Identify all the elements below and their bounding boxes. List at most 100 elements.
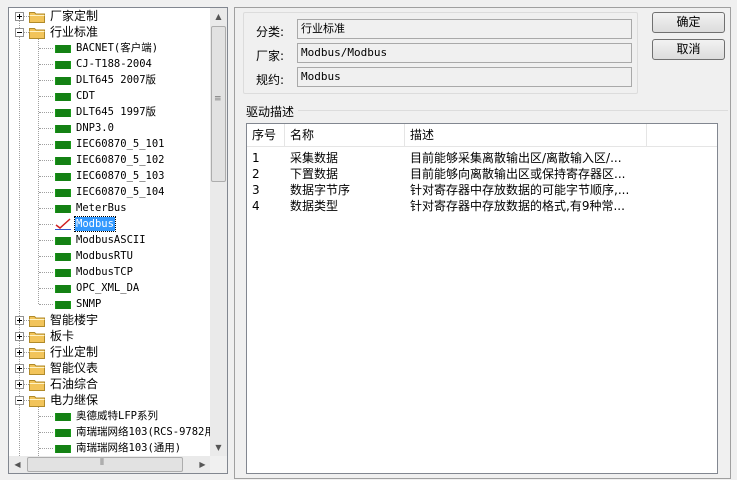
list-row[interactable]: 3 数据字节序 针对寄存器中存放数据的可能字节顺序,... [247,182,717,198]
tree-driver-item[interactable]: IEC60870_5_103 [9,168,211,184]
tree-item-label: 石油综合 [50,377,99,391]
driver-tree[interactable]: 厂家定制 行业标准 BACNET(客户端) CJ-T188-2004 DLT645 20… [8,7,228,474]
tree-driver-item[interactable]: IEC60870_5_101 [9,136,211,152]
tree-guide-line [39,144,53,145]
description-list[interactable]: 序号 名称 描述 1 采集数据 目前能够采集离散输出区/离散输入区/... 2 下置数据… [246,123,718,474]
expand-plus-icon[interactable] [15,380,24,389]
tree-guide-line [39,96,53,97]
scroll-down-arrow-icon[interactable]: ▼ [210,439,227,456]
row-name-cell: 数据字节序 [290,183,351,197]
tree-vertical-scroll-thumb[interactable] [211,26,226,182]
tree-driver-item[interactable]: BACNET(客户端) [9,40,211,56]
tree-group-item[interactable]: 板卡 [9,328,211,344]
collapse-minus-icon[interactable] [15,396,24,405]
tree-driver-item[interactable]: Modbus [9,216,211,232]
tree-item-label: 智能楼宇 [50,313,99,327]
tree-item-label: OPC_XML_DA [76,282,140,294]
tree-group-item[interactable]: 电力继保 [9,392,211,408]
driver-card-icon [55,173,71,181]
driver-card-icon [55,301,71,309]
folder-icon [29,12,45,23]
tree-group-item[interactable]: 智能仪表 [9,360,211,376]
tree-driver-item[interactable]: IEC60870_5_102 [9,152,211,168]
tree-item-label: ModbusRTU [76,250,133,262]
scroll-left-arrow-icon[interactable]: ◀ [9,456,26,473]
tree-driver-item[interactable]: SNMP [9,296,211,312]
column-header-no[interactable]: 序号 [247,124,285,146]
tree-guide-line [39,416,53,417]
list-row[interactable]: 1 采集数据 目前能够采集离散输出区/离散输入区/... [247,150,717,166]
ok-button[interactable]: 确定 [652,12,725,33]
tree-guide-line [39,160,53,161]
tree-item-label: IEC60870_5_102 [76,154,165,166]
tree-driver-item[interactable]: ModbusASCII [9,232,211,248]
folder-icon [29,348,45,359]
driver-card-icon [55,445,71,453]
tree-item-label: 南瑞瑞网络103(RCS-9782用 [76,426,211,438]
tree-item-label: 板卡 [50,329,75,343]
scroll-right-arrow-icon[interactable]: ▶ [194,456,211,473]
expand-plus-icon[interactable] [15,12,24,21]
tree-guide-line [39,304,53,305]
tree-driver-item[interactable]: OPC_XML_DA [9,280,211,296]
tree-group-item[interactable]: 石油综合 [9,376,211,392]
tree-item-label: BACNET(客户端) [76,42,159,54]
tree-driver-item[interactable]: ModbusRTU [9,248,211,264]
expand-plus-icon[interactable] [15,316,24,325]
scroll-up-arrow-icon[interactable]: ▲ [210,8,227,25]
tree-guide-line [39,48,53,49]
driver-card-icon [55,253,71,261]
folder-icon [29,396,45,407]
row-description-cell: 针对寄存器中存放数据的可能字节顺序,... [410,183,630,197]
column-header-desc[interactable]: 描述 [405,124,647,146]
tree-guide-line [39,288,53,289]
tree-guide-line [39,432,53,433]
tree-driver-item[interactable]: CDT [9,88,211,104]
tree-guide-line [39,256,53,257]
tree-guide-line [39,208,53,209]
driver-card-icon [55,45,71,53]
tree-group-item[interactable]: 智能楼宇 [9,312,211,328]
folder-icon [29,332,45,343]
tree-guide-line [39,448,53,449]
column-header-name[interactable]: 名称 [285,124,405,146]
tree-driver-item[interactable]: DLT645 2007版 [9,72,211,88]
description-group-title: 驱动描述 [246,105,295,119]
tree-item-label: IEC60870_5_104 [76,186,165,198]
tree-driver-item[interactable]: CJ-T188-2004 [9,56,211,72]
tree-group-item[interactable]: 行业标准 [9,24,211,40]
tree-driver-item[interactable]: 南瑞瑞网络103(RCS-9782用 [9,424,211,440]
tree-driver-item[interactable]: MeterBus [9,200,211,216]
tree-item-label: 行业标准 [50,25,99,39]
tree-driver-item[interactable]: IEC60870_5_104 [9,184,211,200]
list-row[interactable]: 2 下置数据 目前能够向离散输出区或保持寄存器区... [247,166,717,182]
tree-driver-item[interactable]: 南瑞瑞网络103(通用) [9,440,211,456]
tree-horizontal-scrollbar[interactable]: ◀ ⦀ ▶ [9,456,211,473]
expand-plus-icon[interactable] [15,364,24,373]
tree-driver-item[interactable]: DNP3.0 [9,120,211,136]
tree-item-label: SNMP [76,298,102,310]
tree-item-label: IEC60870_5_103 [76,170,165,182]
tree-horizontal-scroll-thumb[interactable] [27,457,183,472]
list-row[interactable]: 4 数据类型 针对寄存器中存放数据的格式,有9种常... [247,198,717,214]
driver-card-icon [55,285,71,293]
tree-item-label: DNP3.0 [76,122,114,134]
expand-plus-icon[interactable] [15,332,24,341]
protocol-field: Modbus [297,67,632,87]
row-description-cell: 针对寄存器中存放数据的格式,有9种常... [410,199,625,213]
cancel-button[interactable]: 取消 [652,39,725,60]
tree-driver-item[interactable]: ModbusTCP [9,264,211,280]
tree-item-label: 南瑞瑞网络103(通用) [76,442,182,454]
tree-group-item[interactable]: 厂家定制 [9,8,211,24]
tree-group-item[interactable]: 行业定制 [9,344,211,360]
list-header: 序号 名称 描述 [247,124,717,147]
tree-driver-item[interactable]: DLT645 1997版 [9,104,211,120]
folder-icon [29,28,45,39]
tree-item-label: CDT [76,90,95,102]
collapse-minus-icon[interactable] [15,28,24,37]
tree-vertical-scrollbar[interactable]: ▲ ≡ ▼ [210,8,227,456]
tree-driver-item[interactable]: 奥德威特LFP系列 [9,408,211,424]
driver-card-icon [55,429,71,437]
expand-plus-icon[interactable] [15,348,24,357]
driver-card-icon [55,189,71,197]
